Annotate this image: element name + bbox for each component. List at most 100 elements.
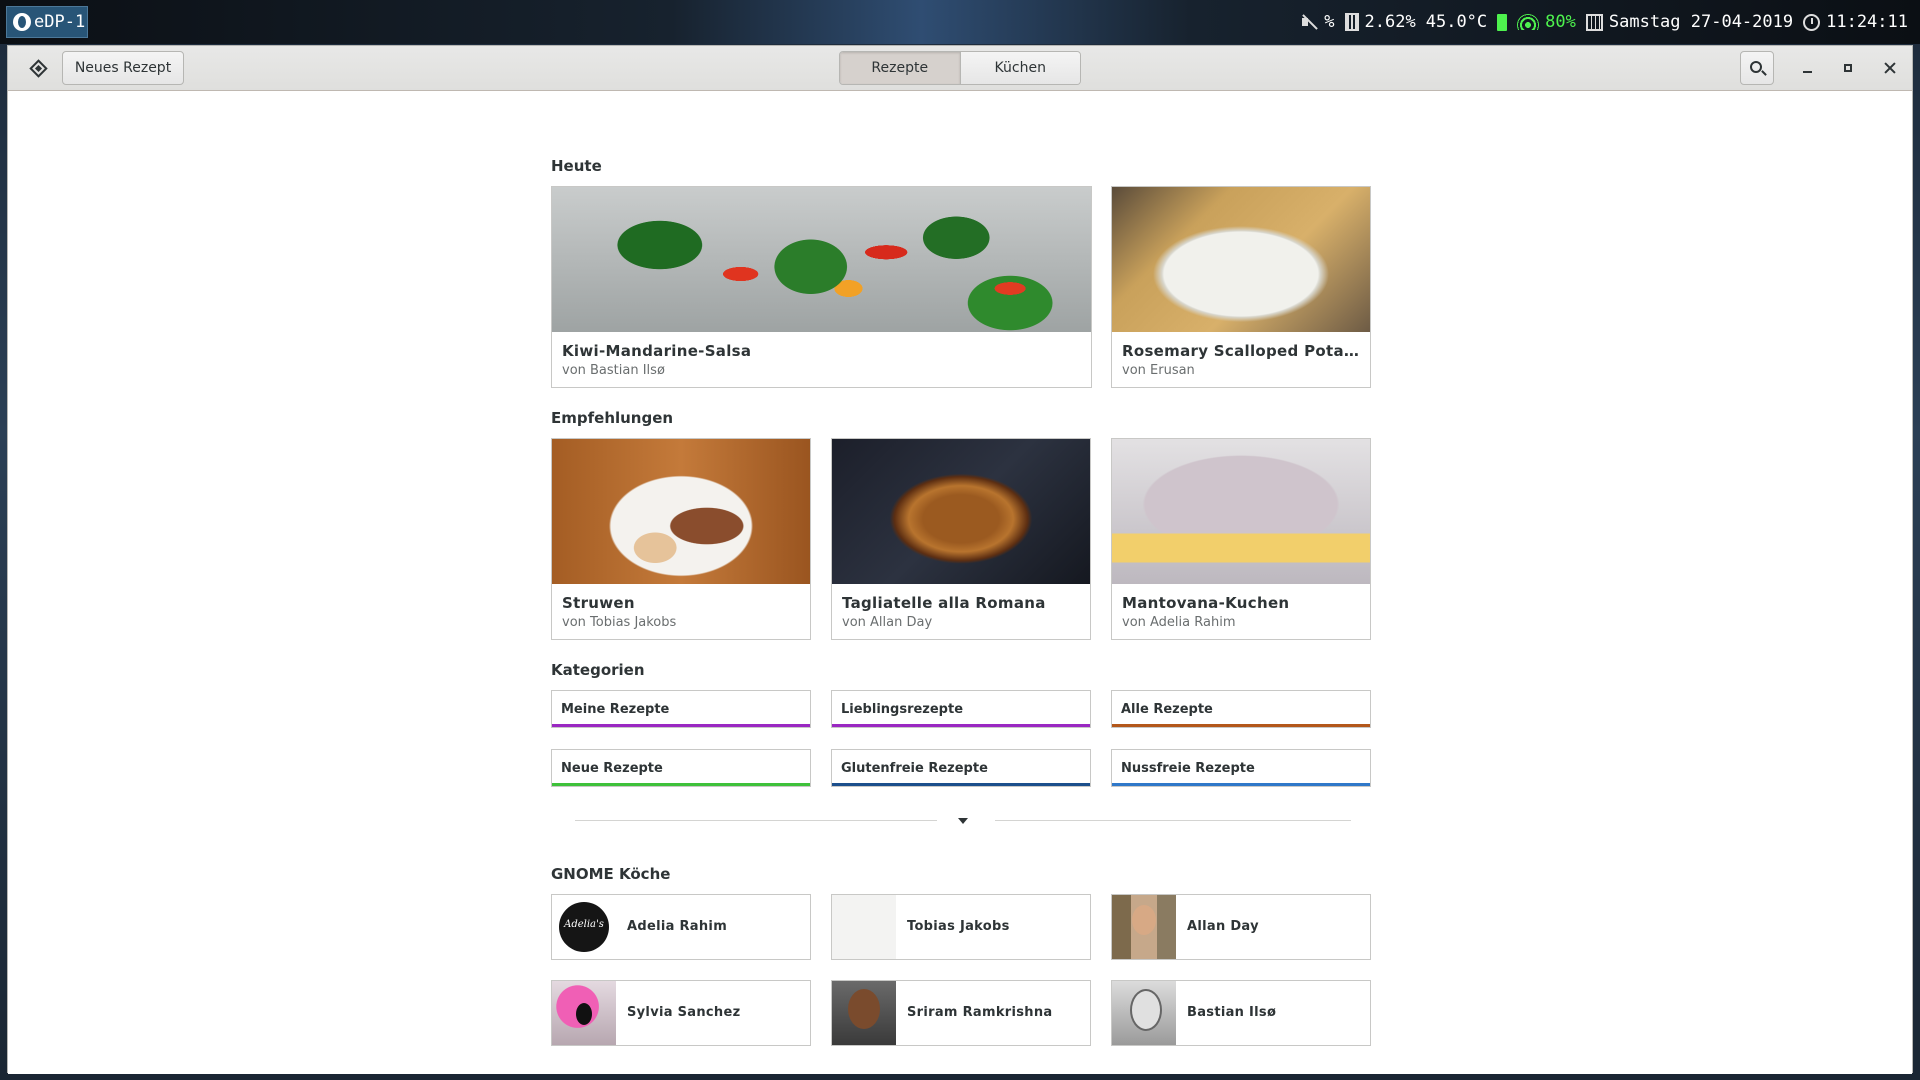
chef-name: Allan Day — [1187, 919, 1259, 934]
mute-icon — [1300, 14, 1318, 30]
recipe-title: Mantovana-Kuchen — [1122, 594, 1290, 612]
chef-menu-button[interactable] — [18, 51, 58, 85]
memory-value: 2.62% — [1364, 12, 1416, 32]
date-indicator: Samstag 27-04-2019 — [1585, 12, 1794, 32]
category-new-recipes[interactable]: Neue Rezepte — [551, 749, 811, 787]
recipe-image — [832, 439, 1090, 584]
recipe-author: von Allan Day — [842, 615, 933, 630]
section-title-chefs: GNOME Köche — [551, 865, 671, 883]
category-label: Lieblingsrezepte — [841, 702, 964, 717]
header-bar: Neues Rezept Rezepte Küchen — [8, 46, 1912, 91]
maximize-icon — [1844, 64, 1852, 72]
chef-card-tobias-jakobs[interactable]: Tobias Jakobs — [831, 894, 1091, 960]
temperature-indicator: 45.0°C — [1426, 12, 1487, 32]
temperature-value: 45.0°C — [1425, 12, 1488, 32]
recipe-card-recommendation-3[interactable]: Mantovana-Kuchen von Adelia Rahim — [1111, 438, 1371, 640]
recipe-image — [1112, 439, 1370, 584]
memory-icon — [1344, 13, 1359, 31]
category-gluten-free[interactable]: Glutenfreie Rezepte — [831, 749, 1091, 787]
category-color-bar — [832, 783, 1090, 786]
category-label: Glutenfreie Rezepte — [841, 761, 988, 776]
category-color-bar — [552, 724, 810, 727]
wifi-icon — [1517, 14, 1540, 30]
category-color-bar — [552, 783, 810, 786]
recipe-author: von Adelia Rahim — [1122, 615, 1236, 630]
system-bar: eDP-1 % 2.62% 45.0°C 80% Samstag 27-04-2… — [0, 0, 1920, 44]
memory-indicator: 2.62% — [1344, 12, 1416, 32]
category-nut-free[interactable]: Nussfreie Rezepte — [1111, 749, 1371, 787]
battery-indicator — [1497, 13, 1508, 31]
battery-icon — [1497, 13, 1508, 31]
recipe-image — [552, 187, 1091, 332]
status-area: % 2.62% 45.0°C 80% Samstag 27-04-2019 11… — [1300, 0, 1908, 44]
category-all-recipes[interactable]: Alle Rezepte — [1111, 690, 1371, 728]
date-value: Samstag 27-04-2019 — [1608, 12, 1794, 32]
view-switcher: Rezepte Küchen — [839, 51, 1081, 85]
avatar — [832, 895, 896, 959]
avatar — [832, 981, 896, 1045]
minimize-icon — [1802, 71, 1812, 73]
clock-indicator: 11:24:11 — [1803, 12, 1908, 32]
category-my-recipes[interactable]: Meine Rezepte — [551, 690, 811, 728]
volume-indicator[interactable]: % — [1300, 12, 1335, 32]
wifi-indicator[interactable]: 80% — [1517, 12, 1576, 32]
expand-arrow-icon — [958, 818, 968, 824]
recipes-window: Neues Rezept Rezepte Küchen Heute Kiwi-M… — [7, 45, 1913, 1074]
recipe-title: Rosemary Scalloped Potat… — [1122, 342, 1360, 360]
category-label: Alle Rezepte — [1121, 702, 1213, 717]
close-button[interactable] — [1873, 51, 1907, 85]
section-title-recommendations: Empfehlungen — [551, 409, 674, 427]
recipe-card-today-2[interactable]: Rosemary Scalloped Potat… von Erusan — [1111, 186, 1371, 388]
recipe-card-recommendation-1[interactable]: Struwen von Tobias Jakobs — [551, 438, 811, 640]
workspace-button[interactable]: eDP-1 — [6, 6, 88, 38]
workspace-label: eDP-1 — [34, 12, 86, 32]
tab-cuisines[interactable]: Küchen — [960, 52, 1080, 84]
avatar: Adelia's — [552, 895, 616, 959]
chef-name: Sylvia Sanchez — [627, 1005, 741, 1020]
section-title-today: Heute — [551, 157, 602, 175]
section-title-categories: Kategorien — [551, 661, 645, 679]
avatar-logo-text: Adelia's — [564, 919, 604, 930]
recipe-author: von Tobias Jakobs — [562, 615, 677, 630]
avatar — [552, 981, 616, 1045]
category-color-bar — [1112, 724, 1370, 727]
chef-card-bastian-ilso[interactable]: Bastian Ilsø — [1111, 980, 1371, 1046]
volume-value: % — [1324, 12, 1335, 32]
separator-right — [995, 820, 1351, 821]
wifi-value: 80% — [1545, 12, 1576, 32]
recipe-image — [552, 439, 810, 584]
os-logo-icon — [13, 13, 31, 31]
avatar — [1112, 895, 1176, 959]
category-label: Neue Rezepte — [561, 761, 663, 776]
tab-recipes[interactable]: Rezepte — [840, 52, 961, 84]
category-label: Meine Rezepte — [561, 702, 670, 717]
minimize-button[interactable] — [1790, 51, 1824, 85]
chef-card-sriram-ramkrishna[interactable]: Sriram Ramkrishna — [831, 980, 1091, 1046]
chef-card-adelia-rahim[interactable]: Adelia's Adelia Rahim — [551, 894, 811, 960]
new-recipe-button[interactable]: Neues Rezept — [62, 51, 184, 85]
chef-card-allan-day[interactable]: Allan Day — [1111, 894, 1371, 960]
calendar-icon — [1585, 13, 1603, 31]
separator-left — [575, 820, 937, 821]
recipe-image — [1112, 187, 1370, 332]
category-color-bar — [832, 724, 1090, 727]
chef-name: Adelia Rahim — [627, 919, 728, 934]
chef-hat-icon — [28, 58, 48, 78]
chef-name: Bastian Ilsø — [1187, 1005, 1277, 1020]
recipe-title: Struwen — [562, 594, 635, 612]
category-color-bar — [1112, 783, 1370, 786]
categories-expander[interactable] — [575, 814, 1351, 828]
maximize-button[interactable] — [1831, 51, 1865, 85]
recipe-author: von Bastian Ilsø — [562, 363, 665, 378]
time-value: 11:24:11 — [1826, 12, 1908, 32]
search-icon — [1750, 61, 1762, 73]
category-favorites[interactable]: Lieblingsrezepte — [831, 690, 1091, 728]
recipe-card-today-1[interactable]: Kiwi-Mandarine-Salsa von Bastian Ilsø — [551, 186, 1092, 388]
chef-card-sylvia-sanchez[interactable]: Sylvia Sanchez — [551, 980, 811, 1046]
search-button[interactable] — [1740, 51, 1774, 85]
recipe-title: Tagliatelle alla Romana — [842, 594, 1046, 612]
recipe-card-recommendation-2[interactable]: Tagliatelle alla Romana von Allan Day — [831, 438, 1091, 640]
chef-name: Tobias Jakobs — [907, 919, 1010, 934]
chef-name: Sriram Ramkrishna — [907, 1005, 1053, 1020]
recipe-title: Kiwi-Mandarine-Salsa — [562, 342, 752, 360]
